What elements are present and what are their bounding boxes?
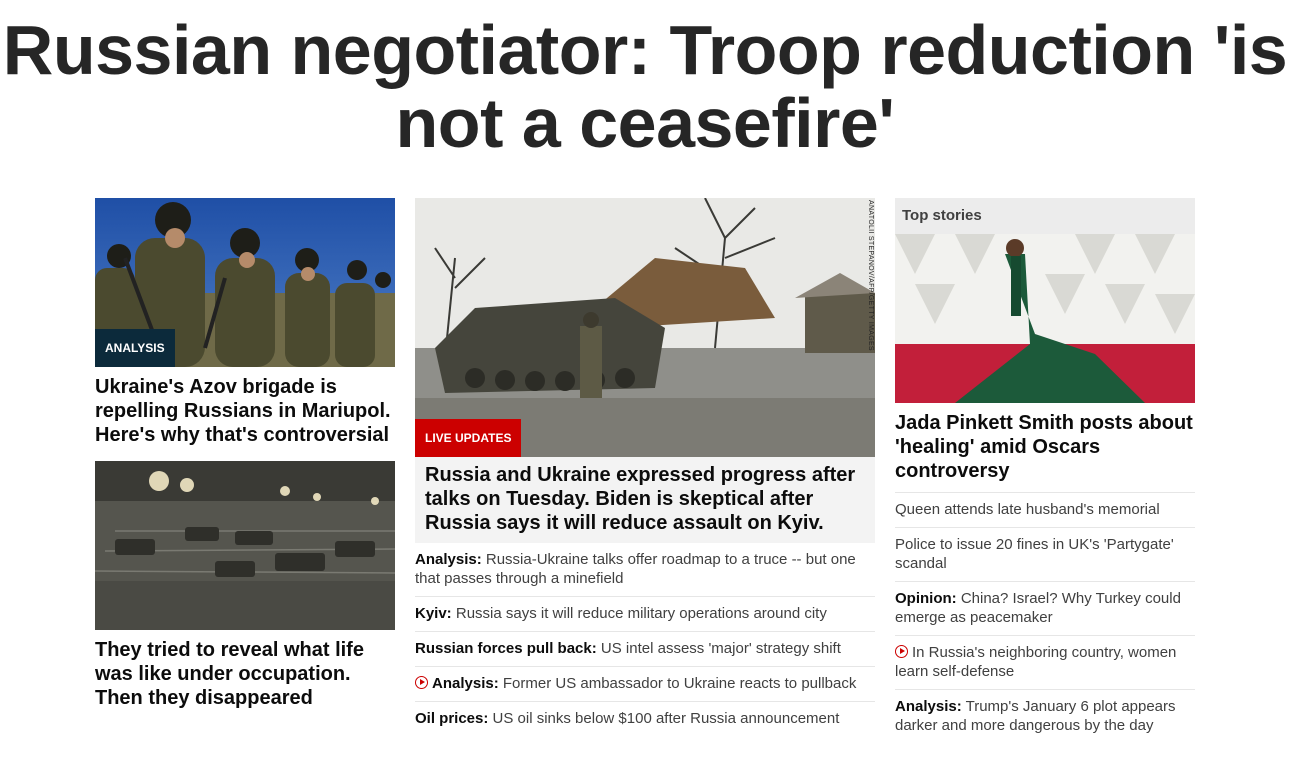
link-text: In Russia's neighboring country, women l… <box>895 644 1177 680</box>
main-story-title[interactable]: Russia and Ukraine expressed progress af… <box>415 457 875 543</box>
link-text: Former US ambassador to Ukraine reacts t… <box>502 675 857 692</box>
link-label: Analysis: <box>415 551 482 568</box>
red-carpet-photo <box>895 234 1195 403</box>
list-item[interactable]: In Russia's neighboring country, women l… <box>895 636 1195 690</box>
top-stories-header: Top stories <box>895 198 1195 234</box>
occupation-story-title[interactable]: They tried to reveal what life was like … <box>95 638 395 710</box>
list-item[interactable]: Opinion: China? Israel? Why Turkey could… <box>895 582 1195 636</box>
link-label: Analysis: <box>895 698 962 715</box>
link-text: US oil sinks below $100 after Russia ann… <box>492 710 840 727</box>
link-text: Queen attends late husband's memorial <box>895 501 1160 518</box>
occupation-night-image[interactable] <box>95 461 395 630</box>
list-item[interactable]: Oil prices: US oil sinks below $100 afte… <box>415 702 875 736</box>
link-text: US intel assess 'major' strategy shift <box>600 640 841 657</box>
analysis-badge: ANALYSIS <box>95 329 175 367</box>
link-label: Kyiv: <box>415 605 452 622</box>
azov-story-title[interactable]: Ukraine's Azov brigade is repelling Russ… <box>95 375 395 447</box>
link-text: Russia says it will reduce military oper… <box>455 605 827 622</box>
middle-column: ANATOLII STEPANOV/AFP/GETTY IMAGES LIVE … <box>415 198 875 736</box>
link-label: Russian forces pull back: <box>415 640 597 657</box>
live-updates-badge[interactable]: LIVE UPDATES <box>415 419 522 457</box>
right-column: Top stories Jada Pinkett Smith posts abo… <box>895 198 1195 743</box>
link-text: Police to issue 20 fines in UK's 'Partyg… <box>895 536 1174 572</box>
play-circle-icon <box>895 645 908 658</box>
jada-story-title[interactable]: Jada Pinkett Smith posts about 'healing'… <box>895 411 1195 483</box>
list-item[interactable]: Police to issue 20 fines in UK's 'Partyg… <box>895 528 1195 582</box>
list-item[interactable]: Kyiv: Russia says it will reduce militar… <box>415 597 875 632</box>
night-street-photo <box>95 461 395 630</box>
photo-credit: ANATOLII STEPANOV/AFP/GETTY IMAGES <box>867 200 874 351</box>
destroyed-tank-image[interactable]: ANATOLII STEPANOV/AFP/GETTY IMAGES LIVE … <box>415 198 875 457</box>
link-label: Opinion: <box>895 590 957 607</box>
list-item[interactable]: Russian forces pull back: US intel asses… <box>415 632 875 667</box>
list-item[interactable]: Analysis: Former US ambassador to Ukrain… <box>415 667 875 702</box>
play-circle-icon <box>415 676 428 689</box>
list-item[interactable]: Queen attends late husband's memorial <box>895 493 1195 528</box>
list-item[interactable]: Analysis: Trump's January 6 plot appears… <box>895 690 1195 743</box>
top-stories-list: Queen attends late husband's memorial Po… <box>895 492 1195 743</box>
list-item[interactable]: Analysis: Russia-Ukraine talks offer roa… <box>415 543 875 597</box>
left-column: ANALYSIS Ukraine's Azov brigade is repel… <box>95 198 395 710</box>
related-links-list: Analysis: Russia-Ukraine talks offer roa… <box>415 543 875 736</box>
page-headline[interactable]: Russian negotiator: Troop reduction 'is … <box>0 14 1290 160</box>
link-text: Russia-Ukraine talks offer roadmap to a … <box>415 551 856 587</box>
link-label: Analysis: <box>432 675 499 692</box>
link-label: Oil prices: <box>415 710 489 727</box>
azov-soldiers-image[interactable]: ANALYSIS <box>95 198 395 367</box>
jada-pinkett-smith-image[interactable] <box>895 234 1195 403</box>
